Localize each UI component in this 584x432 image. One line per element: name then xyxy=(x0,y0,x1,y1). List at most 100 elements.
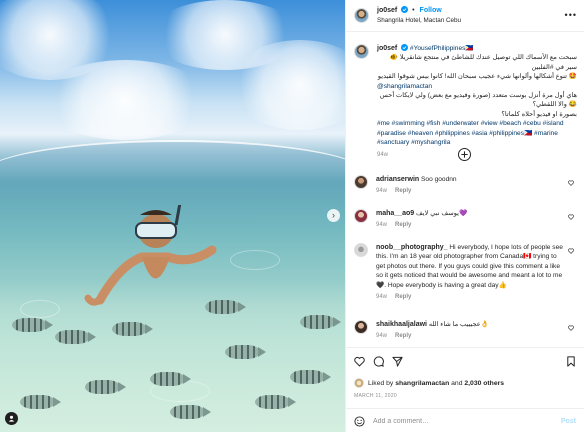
caption-text: 🤩 تنوع أشكالها وألوانها شيء عجيب سبحان ا… xyxy=(377,73,577,81)
likes-summary: Liked by shangrilamactan and 2,030 other… xyxy=(354,378,504,388)
save-button[interactable] xyxy=(566,356,576,369)
comment-time[interactable]: 94w xyxy=(376,222,387,228)
like-button[interactable] xyxy=(354,356,365,369)
comment-meta: 94w Reply xyxy=(376,187,566,196)
fish xyxy=(170,405,211,419)
header-text: jo0sef • Follow Shangrila Hotel, Mactan … xyxy=(377,5,461,26)
comment-button[interactable] xyxy=(373,356,384,369)
cloud xyxy=(40,60,210,140)
next-image-button[interactable]: › xyxy=(327,209,340,222)
verified-badge-icon xyxy=(401,44,409,51)
heart-icon[interactable] xyxy=(568,214,574,220)
caption-text: سبحت مع الأسماك اللي توصيل عندك للشاطئ ف… xyxy=(389,54,577,71)
reply-button[interactable]: Reply xyxy=(395,188,411,194)
reply-button[interactable]: Reply xyxy=(395,222,411,228)
caption-hashtag[interactable]: #YousefPhilippines🇵🇭 xyxy=(410,45,474,52)
post-actions: Liked by shangrilamactan and 2,030 other… xyxy=(346,347,584,432)
light-caustic xyxy=(20,300,60,318)
post-photo[interactable]: › xyxy=(0,0,345,432)
heart-icon[interactable] xyxy=(568,325,574,331)
caption-mention[interactable]: @shangrilamactan xyxy=(377,82,577,91)
fish xyxy=(150,372,191,386)
fish xyxy=(225,345,266,359)
comment-meta: 94w Reply xyxy=(376,293,566,302)
commenter-username[interactable]: adrianserwin xyxy=(376,176,419,183)
bookmark-icon xyxy=(567,356,575,367)
caption-avatar[interactable] xyxy=(354,44,369,59)
add-comment-bar: Post xyxy=(346,408,584,432)
commenter-avatar[interactable] xyxy=(354,320,368,334)
comment-body: adrianserwin Soo goodnn 94w Reply xyxy=(376,175,566,197)
commenter-username[interactable]: maha__ao9 xyxy=(376,210,414,217)
author-avatar[interactable] xyxy=(354,8,369,23)
comment-text: عجيييب ما شاء الله👌 xyxy=(428,321,489,328)
fish xyxy=(290,370,331,384)
caption-body: jo0sef #YousefPhilippines🇵🇭 سبحت مع الأس… xyxy=(377,44,577,161)
fish xyxy=(112,322,153,336)
likes-prefix: Liked by xyxy=(368,379,394,387)
comments-feed[interactable]: jo0sef #YousefPhilippines🇵🇭 سبحت مع الأس… xyxy=(346,36,584,347)
fish xyxy=(205,300,246,314)
load-more-comments-button[interactable] xyxy=(458,148,471,161)
fish xyxy=(20,395,61,409)
comment-icon xyxy=(373,356,384,367)
caption-username[interactable]: jo0sef xyxy=(377,45,397,52)
fish xyxy=(255,395,296,409)
reply-button[interactable]: Reply xyxy=(395,333,411,339)
liker-username[interactable]: shangrilamactan xyxy=(395,380,449,387)
post-comment-button[interactable]: Post xyxy=(561,418,576,425)
add-comment-input[interactable] xyxy=(373,417,543,425)
heart-icon[interactable] xyxy=(568,248,574,254)
caption: jo0sef #YousefPhilippines🇵🇭 سبحت مع الأس… xyxy=(354,44,578,161)
comment-text: Soo goodnn xyxy=(421,176,457,183)
caption-text: هاي أول مرة أنزل بوست متعدد (صورة وفيديو… xyxy=(379,92,577,109)
share-icon xyxy=(392,356,403,367)
commenter-username[interactable]: noob__photography_ xyxy=(376,244,448,251)
commenter-avatar[interactable] xyxy=(354,175,368,189)
commenter-username[interactable]: shaikhaaljalawi xyxy=(376,321,427,328)
comment-body: shaikhaaljalawi عجيييب ما شاء الله👌 94w R… xyxy=(376,320,566,342)
fish xyxy=(55,330,96,344)
comment: noob__photography_ Hi everybody, I hope … xyxy=(354,243,578,302)
commenter-avatar[interactable] xyxy=(354,209,368,223)
caption-hashtags[interactable]: #me #swimming #fish #underwater #view #b… xyxy=(377,119,577,147)
more-options-icon[interactable]: ••• xyxy=(565,10,577,20)
comment-time[interactable]: 94w xyxy=(376,333,387,339)
reply-button[interactable]: Reply xyxy=(395,294,411,300)
post-location[interactable]: Shangrila Hotel, Mactan Cebu xyxy=(377,16,461,26)
follow-button[interactable]: Follow xyxy=(420,7,442,14)
post-date[interactable]: MARCH 11, 2020 xyxy=(354,393,397,399)
action-icons xyxy=(354,356,411,369)
post-side-panel: jo0sef • Follow Shangrila Hotel, Mactan … xyxy=(345,0,584,432)
comment-time[interactable]: 94w xyxy=(376,188,387,194)
commenter-avatar[interactable] xyxy=(354,243,368,257)
liker-avatar[interactable] xyxy=(354,378,364,388)
likes-middle: and xyxy=(451,379,463,387)
user-tag-button[interactable] xyxy=(5,412,18,425)
plus-circle-icon xyxy=(461,151,468,158)
emoji-icon[interactable] xyxy=(354,415,365,427)
comment-meta: 94w Reply xyxy=(376,332,566,341)
light-caustic xyxy=(230,250,280,270)
fish xyxy=(300,315,341,329)
comment: adrianserwin Soo goodnn 94w Reply xyxy=(354,175,578,197)
snorkeler-figure xyxy=(84,205,217,306)
user-tag-icon xyxy=(8,415,15,422)
comment-body: noob__photography_ Hi everybody, I hope … xyxy=(376,243,566,302)
header-separator: • xyxy=(412,6,415,14)
comment-time[interactable]: 94w xyxy=(376,294,387,300)
author-username[interactable]: jo0sef xyxy=(377,7,397,14)
verified-badge-icon xyxy=(401,5,409,13)
heart-icon[interactable] xyxy=(568,180,574,186)
fish xyxy=(85,380,126,394)
fish xyxy=(12,318,53,332)
heart-icon xyxy=(354,356,365,367)
comment: maha__ao9 يوسف نبي لايف💜 94w Reply xyxy=(354,209,578,231)
caption-text: بصورة او فيديو أحلاه كلماتا؟ xyxy=(501,110,577,118)
likes-count[interactable]: 2,030 others xyxy=(464,380,504,387)
comment-meta: 94w Reply xyxy=(376,221,566,230)
share-button[interactable] xyxy=(392,356,403,369)
comment-text: يوسف نبي لايف💜 xyxy=(415,210,468,217)
post-header: jo0sef • Follow Shangrila Hotel, Mactan … xyxy=(346,0,584,32)
caption-time[interactable]: 94w xyxy=(377,151,577,160)
